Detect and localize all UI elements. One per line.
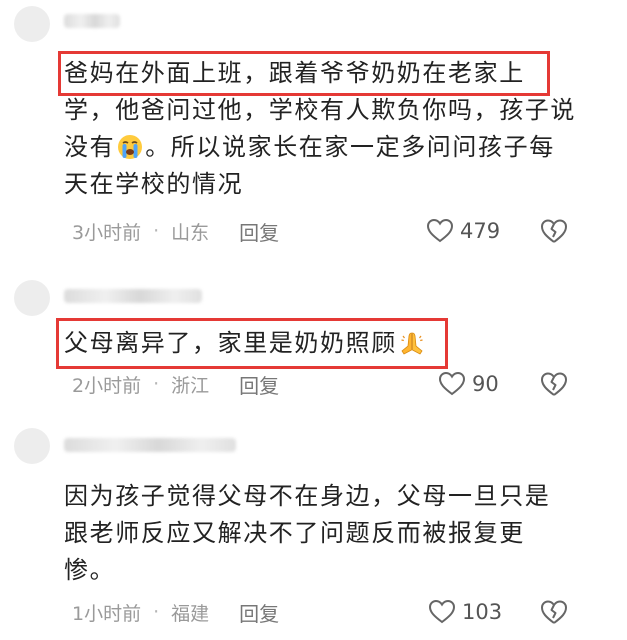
separator-dot: ·: [153, 373, 160, 395]
folded-hands-icon: [401, 332, 423, 355]
username-blurred[interactable]: [64, 14, 120, 28]
comment-meta: 1小时前 · 福建 回复: [72, 597, 279, 627]
comment-meta: 2小时前 · 浙江 回复: [72, 369, 279, 399]
comment-text: 父母离异了，家里是奶奶照顾: [64, 325, 584, 362]
like-button[interactable]: 479: [426, 216, 500, 246]
comment-text: 爸妈在外面上班，跟着爷爷奶奶在老家上 学，他爸问过他，学校有人欺负你吗，孩子说 …: [64, 55, 584, 203]
crying-face-icon: [118, 135, 143, 159]
heart-icon: [438, 371, 466, 396]
comment-line-part: 没有: [64, 133, 116, 161]
comment-list: 爸妈在外面上班，跟着爷爷奶奶在老家上 学，他爸问过他，学校有人欺负你吗，孩子说 …: [0, 0, 627, 640]
reply-button[interactable]: 回复: [239, 598, 279, 627]
comment-line: 没有 。所以说家长在家一定多问问孩子每: [64, 129, 584, 166]
comment-text: 因为孩子觉得父母不在身边，父母一旦只是 跟老师反应又解决不了问题反而被报复更 惨…: [64, 478, 584, 589]
comment-line: 父母离异了，家里是奶奶照顾: [64, 325, 584, 362]
comment-line-part: 。所以说家长在家一定多问问孩子每: [145, 133, 555, 161]
reply-button[interactable]: 回复: [239, 370, 279, 399]
comment-line: 惨。: [64, 556, 116, 584]
username-blurred[interactable]: [64, 438, 236, 452]
broken-heart-icon[interactable]: [539, 216, 569, 246]
comment-line: 因为孩子觉得父母不在身边，父母一旦只是: [64, 482, 551, 510]
comment-line: 跟老师反应又解决不了问题反而被报复更: [64, 519, 525, 547]
reply-button[interactable]: 回复: [239, 217, 279, 246]
like-count: 479: [460, 219, 501, 243]
like-count: 90: [472, 372, 499, 396]
comment-meta: 3小时前 · 山东 回复: [72, 216, 279, 246]
comment-location: 浙江: [171, 374, 210, 397]
comment-time: 3小时前: [72, 221, 142, 244]
heart-icon: [426, 218, 454, 243]
like-count: 103: [462, 600, 503, 624]
avatar[interactable]: [14, 428, 50, 464]
comment-line: 爸妈在外面上班，跟着爷爷奶奶在老家上: [64, 59, 525, 87]
avatar[interactable]: [14, 280, 50, 316]
comment-location: 山东: [171, 221, 210, 244]
username-blurred[interactable]: [64, 289, 202, 303]
like-button[interactable]: 103: [428, 597, 502, 627]
comment-line: 学，他爸问过他，学校有人欺负你吗，孩子说: [64, 96, 576, 124]
like-button[interactable]: 90: [438, 369, 499, 399]
broken-heart-icon[interactable]: [539, 597, 569, 627]
comment-line: 天在学校的情况: [64, 170, 244, 198]
heart-icon: [428, 599, 456, 624]
broken-heart-icon[interactable]: [539, 369, 569, 399]
comment-time: 1小时前: [72, 602, 142, 625]
comment-location: 福建: [171, 602, 210, 625]
comment-time: 2小时前: [72, 374, 142, 397]
separator-dot: ·: [153, 220, 160, 242]
separator-dot: ·: [153, 601, 160, 623]
avatar[interactable]: [14, 6, 50, 42]
comment-line-part: 父母离异了，家里是奶奶照顾: [64, 329, 397, 357]
